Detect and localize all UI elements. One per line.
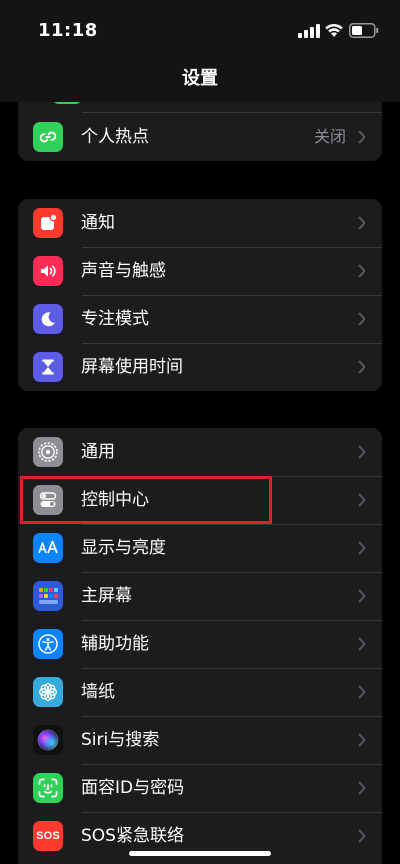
sos-icon-text: SOS [36,830,60,842]
row-label: 个人热点 [81,127,149,147]
settings-row-face-id-passcode[interactable]: 面容ID与密码 [18,764,382,812]
chevron-right-icon [358,637,366,651]
accessibility-icon [33,629,63,659]
row-label: 屏幕使用时间 [81,357,183,377]
chevron-right-icon [358,685,366,699]
home-screen-grid-icon [33,581,63,611]
page-title: 设置 [182,68,218,89]
row-value: 关闭 [313,127,346,146]
status-time: 11:18 [38,20,98,41]
row-label: 声音与触感 [81,261,166,281]
chevron-right-icon [358,312,366,326]
cellular-signal-icon [298,24,320,38]
chevron-right-icon [358,493,366,507]
row-label: 通用 [81,442,115,462]
highlight-annotation-box [20,476,272,524]
settings-row-screen-time[interactable]: 屏幕使用时间 [18,343,382,391]
hourglass-icon [33,352,63,382]
settings-row-accessibility[interactable]: 辅助功能 [18,620,382,668]
row-label: 辅助功能 [81,634,149,654]
chevron-right-icon [358,781,366,795]
row-label: Siri与搜索 [81,730,160,750]
settings-row-wallpaper[interactable]: 墙纸 [18,668,382,716]
flower-icon [33,677,63,707]
settings-group-notifications: 通知 声音与触感 专注模式 屏幕使用时间 [18,199,382,391]
row-label: 显示与亮度 [81,538,166,558]
wifi-icon [325,23,343,37]
chevron-right-icon [358,360,366,374]
settings-row-display-brightness[interactable]: 显示与亮度 [18,524,382,572]
chevron-right-icon [358,445,366,459]
speaker-icon [33,256,63,286]
home-indicator[interactable] [129,851,271,856]
sos-icon: SOS [33,821,63,851]
chevron-right-icon [358,264,366,278]
gear-icon [33,437,63,467]
chevron-right-icon [358,829,366,843]
status-bar: 11:18 [0,0,400,60]
settings-row-notifications[interactable]: 通知 [18,199,382,247]
chevron-right-icon [358,130,366,144]
chevron-right-icon [358,589,366,603]
row-label: 墙纸 [81,682,115,702]
settings-row-siri-search[interactable]: Siri与搜索 [18,716,382,764]
chevron-right-icon [358,733,366,747]
navigation-bar: 11:18 设置 [0,0,400,102]
moon-icon [33,304,63,334]
notification-bell-icon [33,208,63,238]
settings-row-sounds-haptics[interactable]: 声音与触感 [18,247,382,295]
row-label: 专注模式 [81,309,149,329]
settings-row-home-screen[interactable]: 主屏幕 [18,572,382,620]
text-size-icon [33,533,63,563]
row-label: 主屏幕 [81,586,132,606]
settings-row-focus[interactable]: 专注模式 [18,295,382,343]
battery-icon [349,23,379,38]
siri-orb-icon [33,725,63,755]
row-label: 通知 [81,213,115,233]
chevron-right-icon [358,541,366,555]
personal-hotspot-icon [33,122,63,152]
settings-row-personal-hotspot[interactable]: 个人热点 关闭 [18,113,382,161]
row-label: 面容ID与密码 [81,778,185,798]
settings-row-general[interactable]: 通用 [18,428,382,476]
chevron-right-icon [358,216,366,230]
face-id-icon [33,773,63,803]
